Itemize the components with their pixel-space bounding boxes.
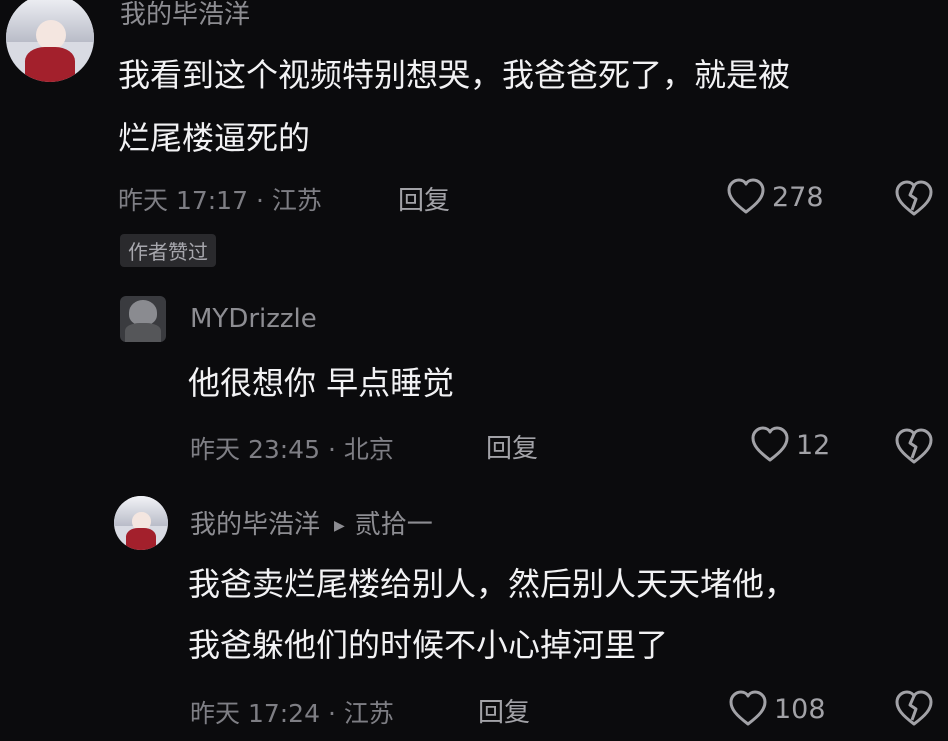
heart-outline-icon	[726, 178, 766, 216]
reply-target[interactable]: 贰拾一	[355, 510, 433, 540]
broken-heart-icon[interactable]	[893, 690, 935, 728]
like-count: 278	[772, 181, 824, 213]
comment-text-line-1: 他很想你 早点睡觉	[188, 364, 455, 402]
comment-text-line-1: 我看到这个视频特别想哭，我爸爸死了，就是被	[118, 56, 791, 94]
comment-text-line-1: 我爸卖烂尾楼给别人，然后别人天天堵他，	[188, 565, 797, 603]
like-count: 108	[774, 693, 826, 725]
comment-text-line-2: 我爸躲他们的时候不小心掉河里了	[188, 626, 669, 664]
avatar[interactable]	[120, 296, 166, 342]
avatar[interactable]	[6, 0, 94, 82]
comment-username[interactable]: 我的毕浩洋	[120, 0, 250, 31]
comment-meta: 昨天 17:24 · 江苏	[190, 699, 394, 728]
comment-meta: 昨天 23:45 · 北京	[190, 435, 394, 464]
broken-heart-icon[interactable]	[893, 428, 935, 466]
reply-button[interactable]: 回复	[398, 180, 450, 217]
reply-author[interactable]: 我的毕浩洋	[190, 510, 320, 540]
comment-text-line-2: 烂尾楼逼死的	[118, 119, 311, 157]
triangle-right-icon: ▶	[334, 517, 345, 534]
like-count: 12	[796, 429, 831, 461]
like-button[interactable]: 278	[726, 178, 824, 216]
heart-outline-icon	[750, 426, 790, 464]
reply-button[interactable]: 回复	[478, 692, 530, 729]
comment-meta: 昨天 17:17 · 江苏	[118, 186, 322, 215]
comment-username[interactable]: 我的毕浩洋 ▶ 贰拾一	[190, 504, 433, 541]
heart-outline-icon	[728, 690, 768, 728]
broken-heart-icon[interactable]	[893, 180, 935, 218]
like-button[interactable]: 108	[728, 690, 826, 728]
like-button[interactable]: 12	[750, 426, 830, 464]
reply-button[interactable]: 回复	[486, 428, 538, 465]
author-liked-badge: 作者赞过	[120, 234, 216, 267]
avatar[interactable]	[114, 496, 168, 550]
comment-username[interactable]: MYDrizzle	[190, 304, 317, 334]
